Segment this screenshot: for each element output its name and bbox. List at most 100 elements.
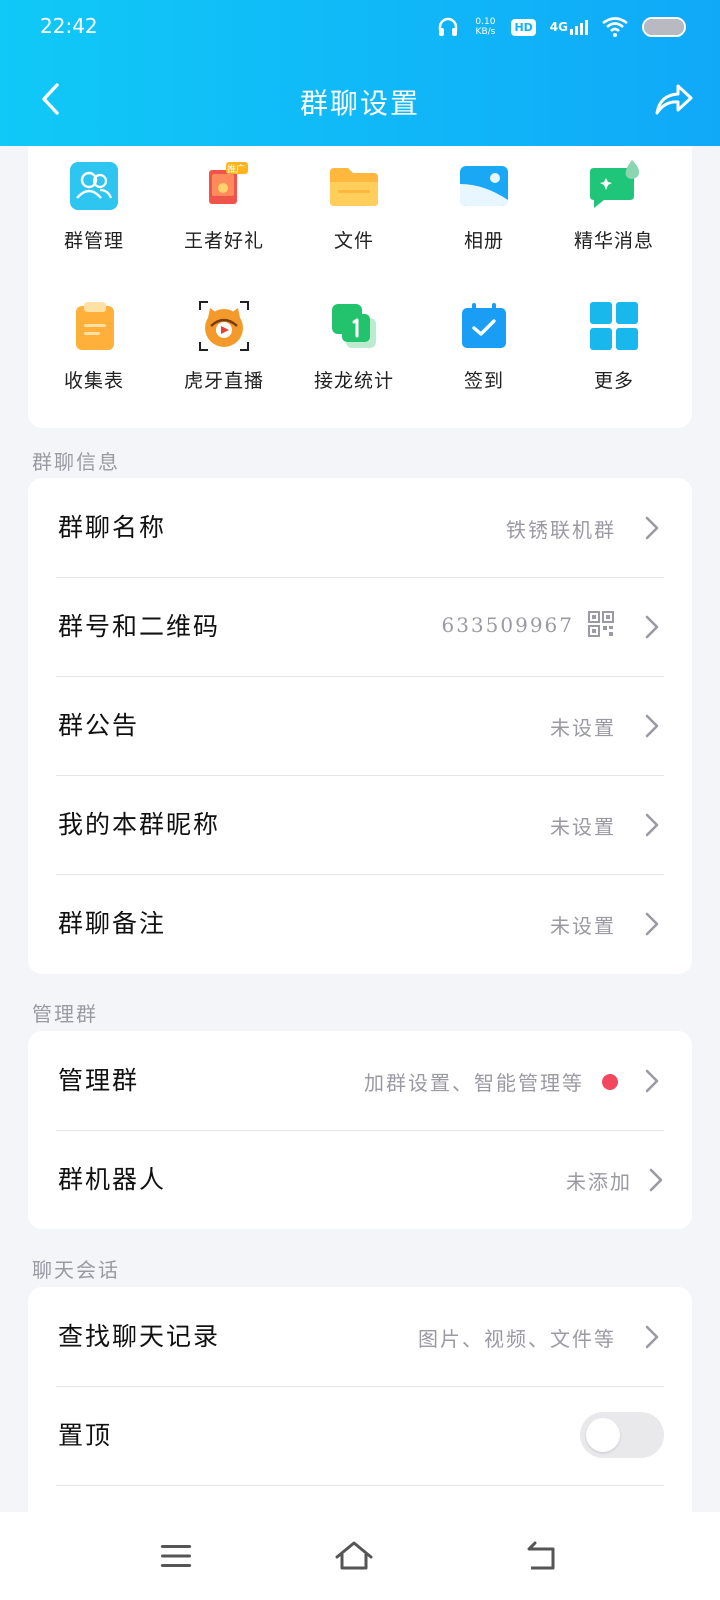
app-label: 虎牙直播: [183, 370, 264, 392]
qr-code-icon: [588, 611, 614, 637]
row-label: 群公告: [58, 711, 140, 740]
row-label: 置顶: [58, 1421, 113, 1450]
row-value: 未添加: [566, 1170, 632, 1194]
menu-icon: [161, 1545, 191, 1567]
folder-icon: [328, 160, 380, 212]
app-label: 文件: [333, 230, 374, 252]
row-value: 图片、视频、文件等: [418, 1327, 616, 1351]
headphones-icon: [439, 17, 458, 36]
app-label: 王者好礼: [183, 230, 264, 252]
section-title-group-info: 群聊信息: [32, 450, 120, 474]
group-apps-card: 群管理 推广 王者好礼 文件 相册 精华消息 收集表 虎牙直播 接龙统计 签到 …: [28, 146, 692, 428]
row-group-announcement[interactable]: 群公告 未设置: [28, 676, 692, 776]
section-title-manage: 管理群: [32, 1002, 98, 1026]
chevron-right-icon: [645, 1325, 659, 1349]
chevron-right-icon: [645, 912, 659, 936]
app-album[interactable]: 相册: [418, 160, 550, 253]
app-gift[interactable]: 推广 王者好礼: [158, 160, 290, 253]
row-group-robot[interactable]: 群机器人 未添加: [28, 1130, 692, 1229]
row-my-nickname[interactable]: 我的本群昵称 未设置: [28, 775, 692, 875]
header-bar: 22:42 0.10 KB/s HD 4G 群聊设置: [0, 0, 720, 146]
app-label: 相册: [463, 230, 504, 252]
app-checkin[interactable]: 签到: [418, 300, 550, 393]
app-label: 收集表: [63, 370, 124, 392]
chevron-right-icon: [649, 1168, 663, 1192]
share-button[interactable]: [650, 78, 698, 120]
row-value: 铁锈联机群: [506, 518, 616, 542]
app-label: 更多: [593, 370, 634, 392]
app-label: 精华消息: [573, 230, 654, 252]
status-bar: 22:42 0.10 KB/s HD 4G: [0, 0, 720, 56]
album-icon: [458, 160, 510, 212]
app-huya-live[interactable]: 虎牙直播: [158, 300, 290, 393]
menu-button[interactable]: [154, 1536, 198, 1576]
wifi-icon: [602, 17, 628, 37]
app-file[interactable]: 文件: [288, 160, 420, 253]
chevron-right-icon: [645, 516, 659, 540]
pin-top-toggle[interactable]: [580, 1412, 664, 1458]
notification-dot: [602, 1074, 618, 1090]
row-group-remark[interactable]: 群聊备注 未设置: [28, 874, 692, 974]
chevron-right-icon: [645, 714, 659, 738]
gift-icon: 推广: [198, 160, 250, 212]
row-value: 未设置: [550, 716, 616, 740]
row-label: 群号和二维码: [58, 612, 221, 641]
row-label: 群机器人: [58, 1165, 167, 1194]
app-label: 签到: [463, 370, 504, 392]
row-value: 未设置: [550, 815, 616, 839]
row-value: 633509967: [441, 613, 574, 637]
promo-badge: 推广: [227, 165, 246, 175]
row-label: 群聊备注: [58, 909, 167, 938]
home-icon: [335, 1541, 373, 1570]
return-icon: [527, 1541, 555, 1570]
share-icon: [655, 84, 693, 115]
hd-icon: HD: [511, 18, 536, 36]
row-manage-group[interactable]: 管理群 加群设置、智能管理等: [28, 1031, 692, 1131]
battery-level: [644, 19, 684, 35]
row-label: 群聊名称: [58, 513, 167, 542]
app-group-manage[interactable]: 群管理: [28, 160, 160, 253]
clipboard-icon: [68, 300, 120, 352]
page-title: 群聊设置: [299, 87, 420, 120]
chevron-right-icon: [645, 813, 659, 837]
app-label: 接龙统计: [313, 370, 394, 392]
toggle-knob: [586, 1418, 620, 1452]
home-button[interactable]: [332, 1536, 376, 1576]
app-essence[interactable]: 精华消息: [548, 160, 680, 253]
manage-card: 管理群 加群设置、智能管理等 群机器人 未添加: [28, 1031, 692, 1229]
app-collect-form[interactable]: 收集表: [28, 300, 160, 393]
app-label: 群管理: [63, 230, 124, 252]
app-relay-stats[interactable]: 接龙统计: [288, 300, 420, 393]
chevron-right-icon: [645, 1069, 659, 1093]
status-time: 22:42: [40, 14, 98, 38]
row-label: 管理群: [58, 1066, 140, 1095]
row-search-history[interactable]: 查找聊天记录 图片、视频、文件等: [28, 1287, 692, 1387]
row-value: 加群设置、智能管理等: [364, 1071, 584, 1095]
relay-stats-icon: [328, 300, 380, 352]
grid-more-icon: [588, 300, 640, 352]
calendar-check-icon: [458, 300, 510, 352]
status-icons: 0.10 KB/s HD 4G: [437, 12, 686, 42]
divider: [56, 1485, 664, 1486]
chevron-right-icon: [645, 615, 659, 639]
back-nav-button[interactable]: [518, 1536, 562, 1576]
system-nav-bar: [0, 1512, 720, 1600]
signal-label: 4G: [549, 19, 568, 34]
net-speed-value: 0.10: [475, 17, 496, 27]
chat-card: 查找聊天记录 图片、视频、文件等 置顶: [28, 1287, 692, 1527]
row-value: 未设置: [550, 914, 616, 938]
battery-icon: [642, 17, 686, 37]
section-title-chat: 聊天会话: [32, 1258, 120, 1282]
signal-icon: 4G: [549, 19, 588, 35]
row-label: 查找聊天记录: [58, 1322, 221, 1351]
row-label: 我的本群昵称: [58, 810, 221, 839]
net-speed: 0.10 KB/s: [473, 17, 497, 37]
row-group-number-qr[interactable]: 群号和二维码 633509967: [28, 577, 692, 677]
essence-message-icon: [588, 160, 640, 212]
group-info-card: 群聊名称 铁锈联机群 群号和二维码 633509967 群公告 未设置 我的本群…: [28, 478, 692, 974]
row-group-name[interactable]: 群聊名称 铁锈联机群: [28, 478, 692, 578]
net-speed-unit: KB/s: [475, 27, 496, 37]
app-more[interactable]: 更多: [548, 300, 680, 393]
huya-live-icon: [198, 300, 250, 352]
row-pin-top: 置顶: [28, 1386, 692, 1486]
